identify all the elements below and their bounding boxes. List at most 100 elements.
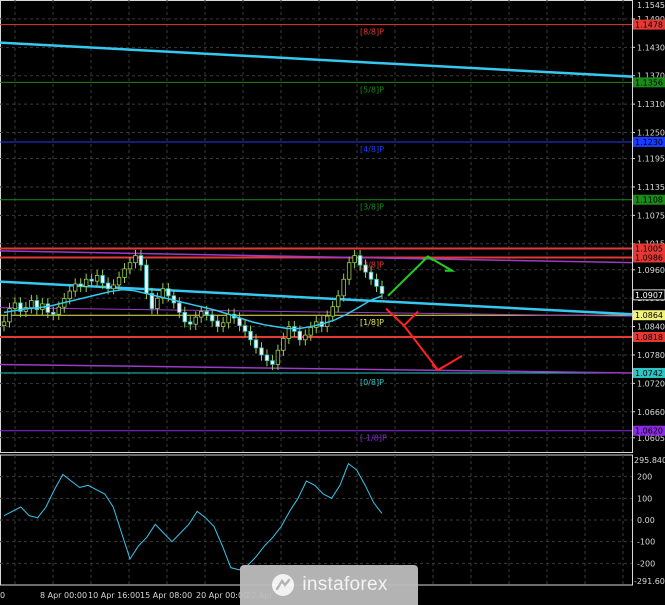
price-tick-label: 1.1075 xyxy=(637,211,665,220)
candle xyxy=(29,300,34,309)
oscillator-line xyxy=(3,462,383,571)
candle xyxy=(379,285,385,294)
price-tag-text: 1.0986 xyxy=(635,253,663,262)
candle xyxy=(303,334,308,341)
price-tag-text: 1.0864 xyxy=(635,311,663,320)
price-tick-label: 1.1195 xyxy=(637,155,665,164)
candle xyxy=(83,278,89,287)
candle xyxy=(215,320,220,327)
price-tag-text: 1.1230 xyxy=(635,138,663,147)
candle xyxy=(133,255,138,264)
murrey-level-label: [4/8]P xyxy=(360,145,384,154)
candle xyxy=(51,311,56,315)
price-tick-label: 1.0840 xyxy=(637,323,665,332)
price-tag-text: 1.1478 xyxy=(635,21,663,30)
candle xyxy=(259,347,264,356)
price-tag-text: 1.1356 xyxy=(635,78,663,87)
murrey-level-label: [5/8]P xyxy=(360,85,384,94)
osc-tick-label: 200 xyxy=(637,473,652,482)
murrey-level-label: [1/8]P xyxy=(360,318,384,327)
candle xyxy=(188,321,193,325)
long-trend-line xyxy=(0,41,633,78)
candle xyxy=(78,283,83,287)
candle xyxy=(220,322,226,327)
candle xyxy=(335,295,341,308)
candle xyxy=(248,330,253,341)
candle xyxy=(352,255,357,264)
price-tag-text: 1.1005 xyxy=(635,244,663,253)
candle xyxy=(127,262,133,270)
candle xyxy=(341,278,346,297)
price-tick-label: 1.0660 xyxy=(637,408,665,417)
time-axis-label: 10 Apr 16:00 xyxy=(88,591,140,600)
candle xyxy=(209,314,215,322)
time-axis-label: 15 Apr 08:00 xyxy=(140,591,192,600)
instaforex-logo-icon xyxy=(272,574,295,596)
candle xyxy=(330,306,335,317)
candle xyxy=(308,327,313,336)
main-panel-frame xyxy=(0,0,633,453)
price-tick-label: 1.1135 xyxy=(637,183,665,192)
projection-down-arrow xyxy=(385,307,419,328)
candle xyxy=(67,290,72,300)
price-tick-label: 1.1250 xyxy=(637,129,665,138)
candle xyxy=(199,311,204,318)
candle xyxy=(12,302,18,309)
price-tick-label: 1.0720 xyxy=(637,379,665,388)
osc-tick-label: -100 xyxy=(637,538,655,547)
price-tag-text: 1.0907 xyxy=(635,291,663,300)
osc-tick-label: 100 xyxy=(637,494,652,503)
candle xyxy=(155,297,160,309)
candle xyxy=(297,330,303,341)
candle xyxy=(237,317,242,327)
murrey-level-label: [0/8]P xyxy=(360,378,384,387)
candle xyxy=(56,306,61,315)
candle xyxy=(242,325,248,332)
price-tag-text: 1.0818 xyxy=(635,333,663,342)
price-tag-text: 1.0620 xyxy=(635,427,663,436)
candle xyxy=(122,268,127,278)
price-tick-label: 1.1430 xyxy=(637,43,665,52)
price-tick-label: 1.0960 xyxy=(637,266,665,275)
candle xyxy=(73,283,78,292)
osc-tick-label: -200 xyxy=(637,559,655,568)
candle xyxy=(253,339,259,349)
candle xyxy=(1,321,7,327)
candle xyxy=(357,255,363,266)
candle xyxy=(204,311,209,316)
candle xyxy=(363,264,368,273)
murrey-level-label: [-1/8]P xyxy=(360,434,387,443)
osc-top-label: 295.8402 xyxy=(634,456,665,465)
price-tag-text: 1.0742 xyxy=(635,369,663,378)
candle xyxy=(346,262,352,280)
candle xyxy=(264,354,270,362)
candle xyxy=(138,255,144,266)
price-tick-label: 1.1545 xyxy=(637,1,665,10)
osc-bottom-label: -291.6046 xyxy=(634,577,665,586)
candle xyxy=(368,271,374,280)
candle xyxy=(111,284,116,290)
candle xyxy=(177,302,182,313)
candle xyxy=(116,276,122,286)
candle xyxy=(193,316,198,325)
candle xyxy=(89,278,94,282)
murrey-level-label: [3/8]P xyxy=(360,203,384,212)
candle xyxy=(105,282,111,290)
trading-chart[interactable]: 1.15451.14901.14301.13701.13101.12501.11… xyxy=(0,0,665,605)
candle xyxy=(374,278,379,287)
time-axis-label: 0 xyxy=(0,591,5,600)
murrey-level-label: [8/8]P xyxy=(360,28,384,37)
candle xyxy=(270,360,275,365)
candle xyxy=(45,303,51,313)
candle xyxy=(275,349,281,365)
candle xyxy=(182,311,187,323)
candle xyxy=(166,288,171,297)
arrow-head xyxy=(431,363,445,372)
candle xyxy=(94,275,100,282)
watermark-text: instaforex xyxy=(302,574,388,595)
arrow-head xyxy=(445,266,456,272)
projection-up-arrow xyxy=(387,255,453,297)
price-tick-label: 1.1310 xyxy=(637,100,665,109)
osc-tick-label: 0.00 xyxy=(637,516,655,525)
price-tick-label: 1.0780 xyxy=(637,351,665,360)
